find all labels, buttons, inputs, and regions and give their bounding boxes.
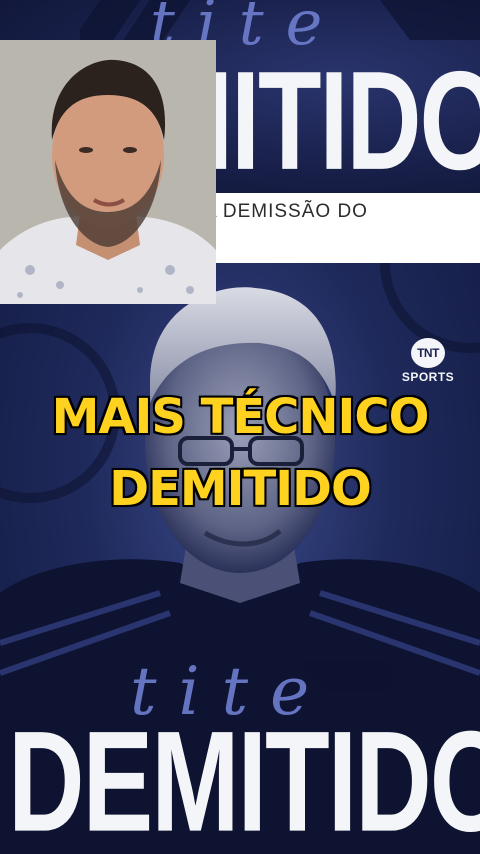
presenter-figure — [0, 40, 216, 304]
tnt-sports-logo: TNT SPORTS — [396, 338, 460, 392]
video-frame: tite DEMITIDO! O C ANUNCIOU A DEMISSÃO D… — [0, 0, 480, 854]
bottom-graphic-banner: tite DEMITIDO! — [0, 653, 480, 854]
webcam-inset — [0, 40, 216, 304]
tnt-badge: TNT — [411, 338, 445, 368]
tnt-sports-label: SPORTS — [401, 370, 455, 384]
headline-bottom: DEMITIDO! — [8, 702, 480, 854]
